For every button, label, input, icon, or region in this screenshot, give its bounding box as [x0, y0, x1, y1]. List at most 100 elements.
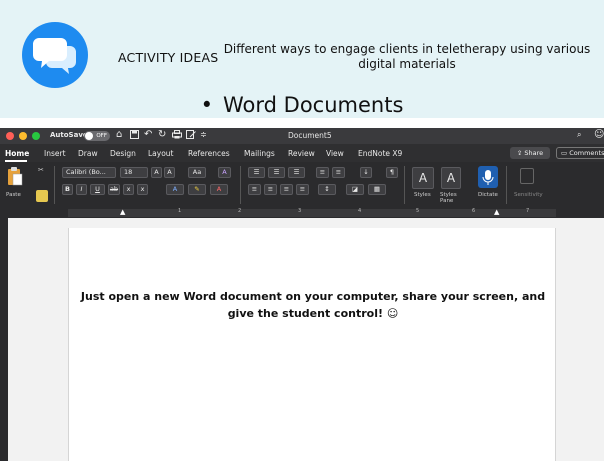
change-case-icon[interactable]: Aa	[188, 167, 206, 178]
share-icon: ⇪	[516, 149, 523, 157]
tab-home[interactable]: Home	[5, 149, 29, 158]
line-spacing-icon[interactable]: ↕	[318, 184, 336, 195]
autosave-toggle[interactable]: OFF	[84, 131, 110, 141]
superscript-button[interactable]: x	[137, 184, 148, 195]
ruler-right-margin	[556, 209, 562, 217]
comments-button[interactable]: ▭ Comments	[556, 147, 604, 159]
align-left-icon[interactable]: ≡	[248, 184, 261, 195]
heading-text: Word Documents	[223, 93, 404, 117]
bold-button[interactable]: B	[62, 184, 73, 195]
ruler-number: 4	[358, 208, 362, 214]
increase-indent-icon[interactable]: ≡	[332, 167, 345, 178]
paste-label: Paste	[6, 192, 21, 198]
bullets-icon[interactable]: ☰	[248, 167, 265, 178]
sensitivity-icon[interactable]	[520, 168, 534, 184]
styles-gallery-icon[interactable]: A	[412, 167, 434, 189]
ruler-number: 7	[526, 208, 530, 214]
subscript-button[interactable]: x	[123, 184, 134, 195]
tab-draw[interactable]: Draw	[78, 149, 98, 158]
microphone-icon	[482, 170, 494, 185]
home-icon[interactable]: ⌂	[116, 129, 122, 140]
close-window-button[interactable]	[6, 132, 14, 140]
ruler-number: 2	[238, 208, 242, 214]
tab-design[interactable]: Design	[110, 149, 136, 158]
print-icon[interactable]	[172, 130, 182, 142]
ruler-number: 1	[178, 208, 182, 214]
document-page[interactable]: Just open a new Word document on your co…	[68, 228, 556, 461]
clipboard-icon	[8, 167, 23, 186]
tab-mailings[interactable]: Mailings	[244, 149, 275, 158]
align-right-icon[interactable]: ≡	[280, 184, 293, 195]
slide-subtitle: Different ways to engage clients in tele…	[223, 42, 591, 71]
minimize-window-button[interactable]	[19, 132, 27, 140]
search-icon[interactable]: ⌕	[577, 130, 581, 140]
ruler-number: 3	[298, 208, 302, 214]
decrease-indent-icon[interactable]: ≡	[316, 167, 329, 178]
smiley-feedback-icon[interactable]: ☺	[594, 129, 604, 140]
styles-label: Styles	[414, 192, 431, 198]
indent-marker[interactable]: ▲	[120, 208, 125, 216]
decrease-font-size-icon[interactable]: A	[164, 167, 175, 178]
redo-icon[interactable]: ↻	[158, 129, 166, 140]
slide-header: ACTIVITY IDEAS Different ways to engage …	[0, 0, 604, 118]
styles-pane-icon[interactable]: A	[441, 167, 461, 189]
cut-icon[interactable]: ✂	[38, 166, 44, 174]
customize-toolbar-icon[interactable]: ≑	[200, 130, 207, 139]
ribbon-divider	[240, 166, 241, 204]
vertical-ruler[interactable]	[0, 218, 8, 461]
ribbon-divider	[54, 166, 55, 204]
tab-references[interactable]: References	[188, 149, 230, 158]
edit-document-icon[interactable]	[186, 130, 196, 142]
styles-pane-label: Styles Pane	[440, 192, 457, 204]
ruler-number: 5	[416, 208, 420, 214]
sensitivity-label: Sensitivity	[514, 192, 543, 198]
text-effects-icon[interactable]: A	[166, 184, 184, 195]
comments-label: Comments	[569, 149, 604, 157]
paste-button[interactable]	[6, 166, 26, 190]
autosave-label: AutoSave	[50, 131, 88, 139]
sort-icon[interactable]: ↓	[360, 167, 372, 178]
highlight-color-icon[interactable]: ✎	[188, 184, 206, 195]
font-size-dropdown[interactable]: 18	[120, 167, 148, 178]
borders-icon[interactable]: ▦	[368, 184, 386, 195]
show-formatting-icon[interactable]: ¶	[386, 167, 398, 178]
align-center-icon[interactable]: ≡	[264, 184, 277, 195]
ribbon-divider	[506, 166, 507, 204]
tab-review[interactable]: Review	[288, 149, 315, 158]
slide-heading: • Word Documents	[0, 93, 604, 117]
font-name-dropdown[interactable]: Calibri (Bo...	[62, 167, 116, 178]
word-window: AutoSave OFF ⌂ ↶ ↻ ≑ Document5 ⌕ ☺ Home …	[0, 128, 604, 461]
ribbon-divider	[404, 166, 405, 204]
dictate-button[interactable]	[478, 166, 498, 188]
right-indent-marker[interactable]: ▲	[494, 208, 499, 216]
underline-button[interactable]: U	[90, 184, 105, 195]
undo-icon[interactable]: ↶	[144, 129, 152, 140]
ruler-left-margin	[62, 209, 68, 217]
document-body-text[interactable]: Just open a new Word document on your co…	[69, 288, 557, 322]
numbering-icon[interactable]: ☰	[268, 167, 285, 178]
share-button[interactable]: ⇪ Share	[510, 147, 550, 159]
bullet-point: •	[200, 93, 213, 117]
multilevel-list-icon[interactable]: ☰	[288, 167, 305, 178]
ribbon-tabs: Home Insert Draw Design Layout Reference…	[0, 144, 604, 162]
increase-font-size-icon[interactable]: A	[151, 167, 162, 178]
justify-icon[interactable]: ≡	[296, 184, 309, 195]
ruler-number: 6	[472, 208, 476, 214]
horizontal-ruler[interactable]: ▲ ▲ 1 2 3 4 5 6 7	[0, 208, 604, 218]
dictate-label: Dictate	[478, 192, 498, 198]
home-ribbon: Paste ✂ Calibri (Bo... 18 A A Aa A B I U…	[0, 162, 604, 208]
tab-insert[interactable]: Insert	[44, 149, 66, 158]
format-painter-icon[interactable]	[36, 190, 48, 202]
chat-bubbles-icon	[22, 22, 88, 88]
save-icon[interactable]	[130, 130, 139, 142]
shading-icon[interactable]: ◪	[346, 184, 364, 195]
italic-button[interactable]: I	[76, 184, 87, 195]
tab-endnote[interactable]: EndNote X9	[358, 149, 402, 158]
comment-icon: ▭	[561, 149, 568, 157]
tab-layout[interactable]: Layout	[148, 149, 174, 158]
clear-formatting-icon[interactable]: A	[218, 167, 231, 178]
tab-view[interactable]: View	[326, 149, 344, 158]
zoom-window-button[interactable]	[32, 132, 40, 140]
strikethrough-button[interactable]: ab	[108, 184, 120, 195]
font-color-icon[interactable]: A	[210, 184, 228, 195]
